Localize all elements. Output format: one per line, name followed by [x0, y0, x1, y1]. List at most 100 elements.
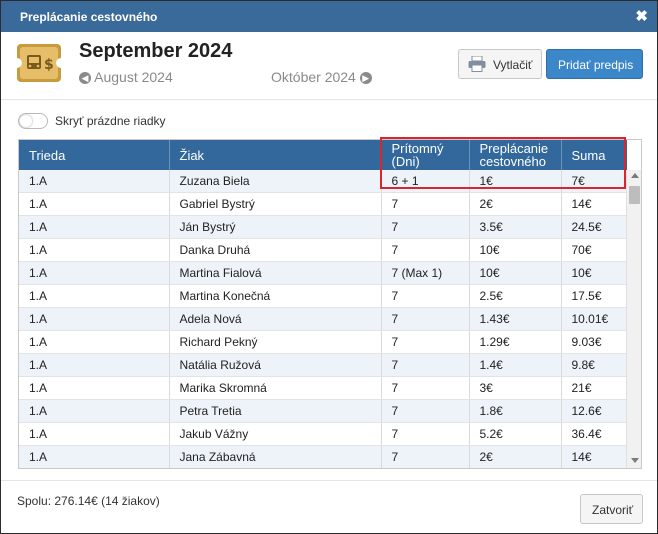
dialog-titlebar: Preplácanie cestovného ✖: [1, 1, 657, 32]
table-row: 1.A Richard Pekný 7 1.29€ 9.03€: [19, 330, 627, 354]
table-cell: Jakub Vážny: [169, 422, 382, 446]
table-row: 1.A Jana Zábavná 7 2€ 14€: [19, 445, 627, 468]
add-rule-button-label: Pridať predpis: [558, 58, 634, 72]
table-cell: 3.5€: [469, 215, 562, 239]
table-cell: 7: [381, 307, 470, 331]
table-cell: 1.A: [19, 376, 170, 400]
table-cell: 1€: [469, 170, 562, 193]
table-cell: 7: [381, 330, 470, 354]
table-cell: 7: [381, 422, 470, 446]
table-cell: 10.01€: [561, 307, 627, 331]
current-month: September 2024: [79, 40, 233, 62]
table-cell: 6 + 1: [381, 170, 470, 193]
prev-month-link[interactable]: ◀ August 2024: [79, 69, 173, 85]
table-header-row: Trieda Žiak Prítomný (Dni) Preplácanie c…: [19, 140, 627, 170]
table-cell: 10€: [469, 261, 562, 285]
ticket-icon: $: [15, 44, 63, 82]
table-cell: 9.03€: [561, 330, 627, 354]
table-cell: Zuzana Biela: [169, 170, 382, 193]
column-header-sum: Suma: [561, 140, 627, 170]
table-cell: 7€: [561, 170, 627, 193]
table-cell: 14€: [561, 192, 627, 216]
table-row: 1.A Martina Konečná 7 2.5€ 17.5€: [19, 284, 627, 308]
close-icon[interactable]: ✖: [635, 7, 648, 25]
table-cell: 1.A: [19, 170, 170, 193]
table-cell: Petra Tretia: [169, 399, 382, 423]
table-cell: 7: [381, 399, 470, 423]
table-cell: Martina Konečná: [169, 284, 382, 308]
table-cell: 7: [381, 376, 470, 400]
summary-text: Spolu: 276.14€ (14 žiakov): [17, 494, 160, 508]
table-cell: Martina Fialová: [169, 261, 382, 285]
table-cell: 1.29€: [469, 330, 562, 354]
hide-empty-rows-label: Skryť prázdne riadky: [55, 114, 166, 128]
table-cell: 3€: [469, 376, 562, 400]
next-month-link[interactable]: Október 2024 ▶: [271, 69, 372, 85]
table-cell: 1.8€: [469, 399, 562, 423]
close-button-label: Zatvoriť: [592, 503, 634, 517]
print-button[interactable]: Vytlačiť: [458, 49, 542, 79]
arrow-left-circle-icon: ◀: [79, 72, 91, 84]
table-cell: Danka Druhá: [169, 238, 382, 262]
table-cell: 7 (Max 1): [381, 261, 470, 285]
arrow-right-circle-icon: ▶: [359, 72, 372, 84]
print-button-label: Vytlačiť: [493, 58, 533, 72]
table-cell: 21€: [561, 376, 627, 400]
table-cell: 10€: [561, 261, 627, 285]
travel-reimbursement-dialog: Preplácanie cestovného ✖ $ September 202…: [0, 0, 658, 534]
toggle-knob: [20, 115, 32, 127]
table-cell: 1.A: [19, 399, 170, 423]
table-row: 1.A Martina Fialová 7 (Max 1) 10€ 10€: [19, 261, 627, 285]
table-cell: 24.5€: [561, 215, 627, 239]
table-cell: 2.9€: [469, 469, 561, 470]
table-cell: 1.43€: [469, 307, 562, 331]
table-cell: 7: [381, 192, 470, 216]
close-button[interactable]: Zatvoriť: [580, 494, 643, 524]
table-cell: 7: [381, 284, 470, 308]
table-cell: 1.A: [19, 238, 170, 262]
students-table-container: Trieda Žiak Prítomný (Dni) Preplácanie c…: [18, 139, 642, 469]
table-cell: 12.6€: [561, 399, 627, 423]
table-cell: Andrea Zelená: [169, 469, 381, 470]
next-month-label: Október 2024: [271, 69, 356, 85]
table-cell: Natália Ružová: [169, 353, 382, 377]
table-cell: 1.A: [19, 261, 170, 285]
table-row: 1.A Adela Nová 7 1.43€ 10.01€: [19, 307, 627, 331]
printer-icon: [468, 56, 486, 72]
table-cell: Jana Zábavná: [169, 445, 382, 468]
table-cell: 14€: [561, 445, 627, 468]
table-cell: 10€: [469, 238, 562, 262]
table-cell: Richard Pekný: [169, 330, 382, 354]
table-cell: 20.3€: [561, 469, 627, 470]
table-row: 1.A Gabriel Bystrý 7 2€ 14€: [19, 192, 627, 216]
table-cell: 2€: [469, 445, 562, 468]
column-header-student: Žiak: [169, 140, 382, 170]
students-table: Trieda Žiak Prítomný (Dni) Preplácanie c…: [19, 140, 627, 470]
table-cell: 1.A: [19, 330, 170, 354]
table-cell: 7: [381, 238, 470, 262]
scroll-down-icon[interactable]: [631, 458, 639, 463]
table-row: 1.A Marika Skromná 7 3€ 21€: [19, 376, 627, 400]
table-cell: Adela Nová: [169, 307, 382, 331]
table-cell: Ján Bystrý: [169, 215, 382, 239]
table-row: 1.A Jakub Vážny 7 5.2€ 36.4€: [19, 422, 627, 446]
divider: [1, 99, 657, 100]
add-rule-button[interactable]: Pridať predpis: [546, 49, 643, 79]
table-cell: 1.A: [19, 445, 170, 468]
table-cell: 7: [381, 353, 470, 377]
footer-divider: [1, 480, 657, 481]
svg-text:$: $: [44, 57, 54, 73]
table-cell: 7: [381, 469, 469, 470]
scroll-up-icon[interactable]: [631, 173, 639, 178]
hide-empty-rows-toggle[interactable]: [18, 113, 48, 129]
prev-month-label: August 2024: [94, 69, 173, 85]
scrollbar-thumb[interactable]: [629, 186, 640, 204]
table-cell: 1.4€: [469, 353, 562, 377]
table-cell: 1.A: [19, 469, 169, 470]
table-cell: 70€: [561, 238, 627, 262]
table-row: 1.AAndrea Zelená72.9€20.3€: [19, 469, 627, 470]
dialog-title: Preplácanie cestovného: [20, 10, 158, 24]
table-cell: 1.A: [19, 284, 170, 308]
table-scrollbar[interactable]: [626, 170, 641, 468]
table-row: 1.A Zuzana Biela 6 + 1 1€ 7€: [19, 170, 627, 193]
